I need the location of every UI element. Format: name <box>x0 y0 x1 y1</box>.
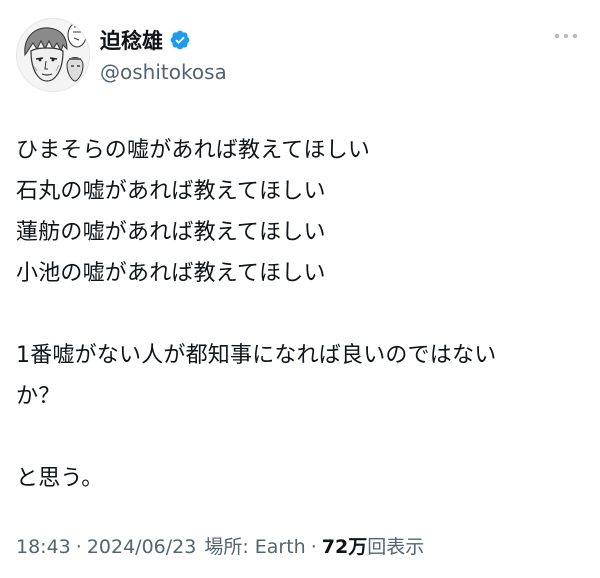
tweet-card: 迫稔雄 @oshitokosa ひまそらの嘘があれば教えてほしい 石丸の嘘があれ… <box>0 0 600 578</box>
meta-separator: · <box>310 536 317 558</box>
display-name[interactable]: 迫稔雄 <box>100 25 163 55</box>
tweet-header: 迫稔雄 @oshitokosa <box>16 16 584 96</box>
tweet-line: 石丸の嘘があれば教えてほしい <box>16 179 326 204</box>
tweet-line: 1番嘘がない人が都知事になれば良いのではない <box>16 343 497 368</box>
meta-separator: · <box>75 536 82 558</box>
user-names: 迫稔雄 @oshitokosa <box>100 26 227 84</box>
views-count[interactable]: 72万 <box>322 532 367 559</box>
tweet-line: ひまそらの嘘があれば教えてほしい <box>16 138 371 163</box>
tweet-date[interactable]: 2024/06/23 <box>87 536 197 558</box>
user-handle[interactable]: @oshitokosa <box>100 60 227 84</box>
tweet-text: ひまそらの嘘があれば教えてほしい 石丸の嘘があれば教えてほしい 蓮舫の嘘があれば… <box>16 130 576 499</box>
tweet-time[interactable]: 18:43 <box>16 536 71 558</box>
verified-badge-icon <box>169 29 191 51</box>
views-label: 回表示 <box>367 536 425 558</box>
more-horizontal-icon <box>554 33 578 39</box>
more-button[interactable] <box>548 24 584 48</box>
display-name-row: 迫稔雄 <box>100 26 227 54</box>
avatar[interactable] <box>16 18 90 92</box>
avatar-illustration <box>17 19 89 91</box>
tweet-location: 場所: Earth <box>204 536 306 558</box>
tweet-line: 小池の嘘があれば教えてほしい <box>16 261 326 286</box>
tweet-meta: 18:43 · 2024/06/23 場所: Earth · 72万 回表示 <box>16 532 424 559</box>
tweet-line: か？ <box>16 384 61 409</box>
tweet-line: 蓮舫の嘘があれば教えてほしい <box>16 220 326 245</box>
tweet-line: と思う。 <box>16 466 104 491</box>
